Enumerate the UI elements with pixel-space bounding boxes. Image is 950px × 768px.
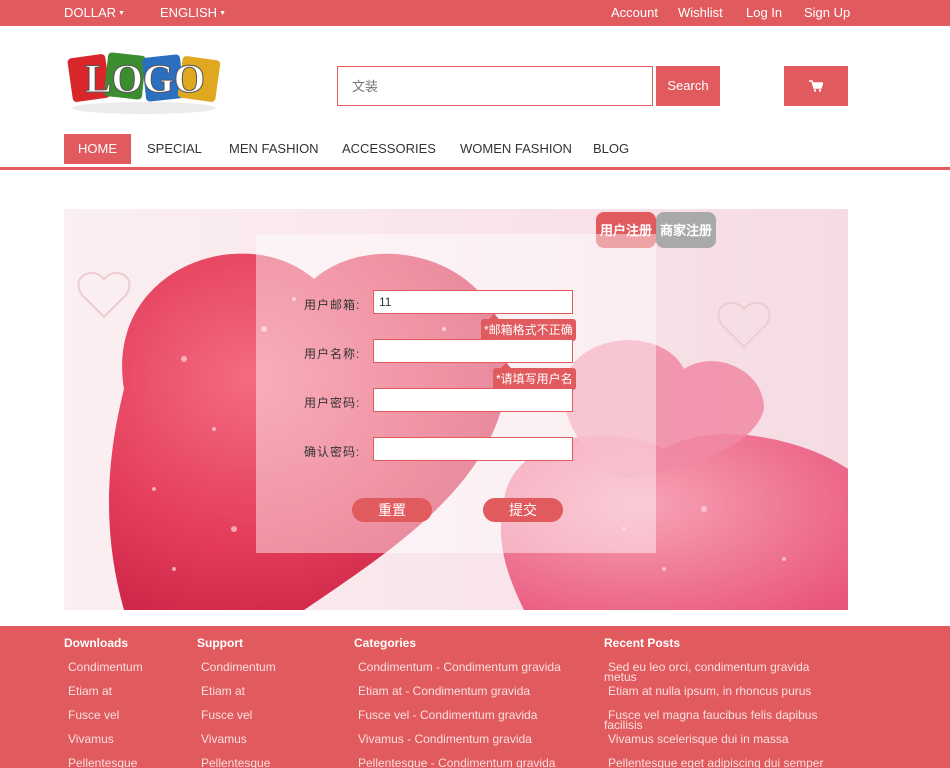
password-field[interactable]	[373, 388, 573, 412]
top-bar: DOLLAR ▼ ENGLISH ▼ Account Wishlist Log In…	[0, 0, 950, 26]
reset-button[interactable]: 重置	[352, 498, 432, 522]
footer-link[interactable]: Vivamus	[197, 732, 276, 756]
wishlist-link[interactable]: Wishlist	[678, 5, 723, 20]
post-title-wrap: metus	[604, 670, 637, 684]
post-title-line: Sed eu leo orci, condimentum gravida	[608, 660, 810, 674]
logo[interactable]: LOGO	[66, 46, 224, 116]
footer-support: Support Condimentum Etiam at Fusce vel V…	[197, 636, 276, 768]
submit-button[interactable]: 提交	[483, 498, 563, 522]
footer-link[interactable]: Pellentesque	[197, 756, 276, 768]
footer-link[interactable]: Vivamus - Condimentum gravida	[354, 732, 561, 756]
footer-post-link[interactable]: Vivamus scelerisque dui in massa	[604, 732, 823, 756]
email-label: 用户邮箱:	[304, 298, 361, 312]
footer-link[interactable]: Condimentum	[64, 660, 143, 684]
account-link[interactable]: Account	[611, 5, 658, 20]
footer-link[interactable]: Fusce vel	[64, 708, 143, 732]
nav-item-home[interactable]: HOME	[64, 134, 131, 164]
signup-link[interactable]: Sign Up	[804, 5, 850, 20]
tab-merchant-register[interactable]: 商家注册	[656, 212, 716, 248]
nav-divider	[0, 167, 950, 170]
nav-item-men-fashion[interactable]: MEN FASHION	[229, 134, 319, 164]
footer-link[interactable]: Condimentum - Condimentum gravida	[354, 660, 561, 684]
footer-link[interactable]: Etiam at - Condimentum gravida	[354, 684, 561, 708]
footer-heading: Downloads	[64, 636, 129, 650]
email-error-tooltip: *邮箱格式不正确	[481, 314, 576, 341]
username-error-tooltip: *请填写用户名	[493, 363, 576, 390]
post-title-line: Vivamus scelerisque dui in massa	[608, 732, 789, 746]
email-field[interactable]	[373, 290, 573, 314]
footer-link[interactable]: Fusce vel - Condimentum gravida	[354, 708, 561, 732]
footer-link[interactable]: Vivamus	[64, 732, 143, 756]
cart-button[interactable]	[784, 66, 848, 106]
footer-post-link[interactable]: Fusce vel magna faucibus felis dapibus fa…	[604, 708, 823, 732]
logo-image: LOGO	[67, 52, 221, 114]
cart-icon	[809, 80, 823, 92]
footer-recent-posts: Recent Posts Sed eu leo orci, condimentu…	[604, 636, 823, 768]
chevron-down-icon: ▼	[118, 10, 125, 17]
nav-item-blog[interactable]: BLOG	[593, 134, 629, 164]
footer-link[interactable]: Condimentum	[197, 660, 276, 684]
footer-post-link[interactable]: Pellentesque eget adipiscing dui semper	[604, 756, 823, 768]
username-label: 用户名称:	[304, 347, 361, 361]
nav-item-accessories[interactable]: ACCESSORIES	[342, 134, 436, 164]
logo-text: LOGO	[85, 56, 205, 101]
username-field[interactable]	[373, 339, 573, 363]
footer-heading: Categories	[354, 636, 417, 650]
footer-link[interactable]: Etiam at	[197, 684, 276, 708]
post-title-wrap: facilisis	[604, 718, 643, 732]
post-title-line: Pellentesque eget adipiscing dui semper	[608, 756, 824, 768]
nav-item-special[interactable]: SPECIAL	[147, 134, 202, 164]
post-title-line: Etiam at nulla ipsum, in rhoncus purus	[608, 684, 812, 698]
language-selector[interactable]: ENGLISH ▼	[160, 5, 226, 20]
footer: Downloads Condimentum Etiam at Fusce vel…	[0, 626, 950, 768]
search-input[interactable]	[337, 66, 653, 106]
footer-link[interactable]: Fusce vel	[197, 708, 276, 732]
footer-categories: Categories Condimentum - Condimentum gra…	[354, 636, 561, 768]
footer-heading: Support	[197, 636, 243, 650]
footer-post-link[interactable]: Sed eu leo orci, condimentum gravida metu…	[604, 660, 823, 684]
search-button[interactable]: Search	[656, 66, 720, 106]
footer-link[interactable]: Pellentesque - Condimentum gravida	[354, 756, 561, 768]
footer-downloads: Downloads Condimentum Etiam at Fusce vel…	[64, 636, 143, 768]
nav-item-women-fashion[interactable]: WOMEN FASHION	[460, 134, 572, 164]
chevron-down-icon: ▼	[219, 10, 227, 17]
currency-label: DOLLAR	[64, 5, 117, 20]
footer-link[interactable]: Pellentesque	[64, 756, 143, 768]
password-label: 用户密码:	[304, 396, 361, 410]
footer-heading: Recent Posts	[604, 636, 681, 650]
footer-link[interactable]: Etiam at	[64, 684, 143, 708]
footer-post-link[interactable]: Etiam at nulla ipsum, in rhoncus purus	[604, 684, 823, 708]
confirm-password-label: 确认密码:	[304, 445, 361, 459]
language-label: ENGLISH	[160, 5, 218, 20]
confirm-password-field[interactable]	[373, 437, 573, 461]
currency-selector[interactable]: DOLLAR ▼	[64, 5, 125, 20]
login-link[interactable]: Log In	[746, 5, 782, 20]
